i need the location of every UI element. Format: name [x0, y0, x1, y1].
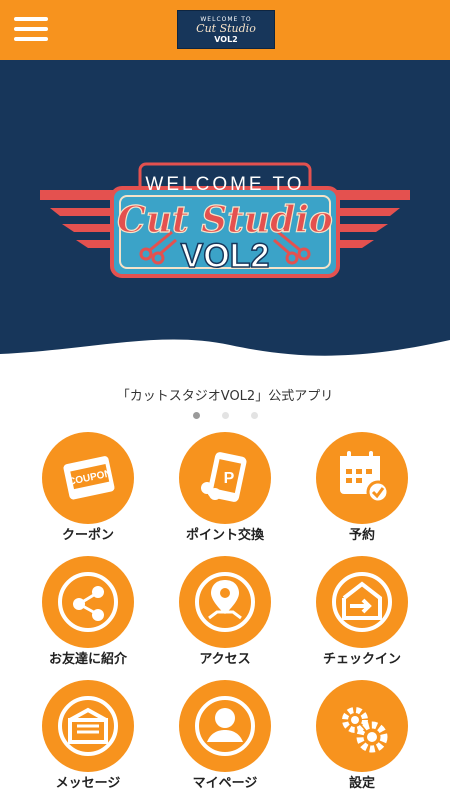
hero-banner[interactable]: WELCOME TO Cut Studio VOL2 [0, 60, 450, 380]
banner-artwork: WELCOME TO Cut Studio VOL2 [0, 60, 450, 380]
menu-item-mypage[interactable]: マイページ [157, 680, 293, 798]
map-pin-icon [179, 556, 271, 648]
menu-label-reserve: 予約 [348, 528, 375, 543]
calendar-reserve-icon [316, 432, 408, 524]
header-logo-vol: VOL2 [214, 35, 238, 44]
share-icon [42, 556, 134, 648]
banner-vol-text: VOL2 [181, 237, 270, 275]
menu-item-access[interactable]: アクセス [157, 556, 293, 674]
menu-label-points: ポイント交換 [185, 528, 264, 543]
carousel-dot-3[interactable] [250, 412, 258, 419]
menu-label-invite: お友達に紹介 [48, 652, 127, 667]
menu-item-invite[interactable]: お友達に紹介 [20, 556, 156, 674]
top-bar: WELCOME TO Cut Studio VOL2 [0, 0, 450, 60]
menu-item-points[interactable]: P ポイント交換 [157, 432, 293, 550]
menu-item-checkin[interactable]: チェックイン [294, 556, 430, 674]
carousel-dots [0, 412, 450, 419]
hamburger-menu-icon[interactable] [14, 14, 48, 44]
banner-welcome-text: WELCOME TO [145, 174, 304, 195]
menu-item-settings[interactable]: 設定 [294, 680, 430, 798]
header-logo: WELCOME TO Cut Studio VOL2 [177, 10, 275, 49]
menu-item-message[interactable]: メッセージ [20, 680, 156, 798]
menu-label-settings: 設定 [348, 776, 375, 791]
header-logo-script: Cut Studio [196, 22, 256, 35]
menu-label-access: アクセス [199, 652, 251, 667]
banner-caption: 「カットスタジオVOL2」公式アプリ [116, 389, 334, 404]
menu-label-checkin: チェックイン [322, 652, 401, 667]
coupon-icon: COUPON [42, 432, 134, 524]
menu-item-reserve[interactable]: 予約 [294, 432, 430, 550]
point-exchange-icon: P [179, 432, 271, 524]
menu-label-message: メッセージ [55, 776, 121, 791]
svg-text:P: P [224, 470, 235, 487]
user-profile-icon [179, 680, 271, 772]
menu-item-coupon[interactable]: COUPON クーポン [20, 432, 156, 550]
check-in-icon [316, 556, 408, 648]
menu-label-mypage: マイページ [192, 776, 258, 791]
menu-label-coupon: クーポン [61, 528, 114, 543]
carousel-dot-2[interactable] [221, 412, 229, 419]
banner-script-text: Cut Studio [117, 199, 333, 241]
carousel-dot-1[interactable] [192, 412, 200, 419]
message-icon [42, 680, 134, 772]
gear-icon [316, 680, 408, 772]
